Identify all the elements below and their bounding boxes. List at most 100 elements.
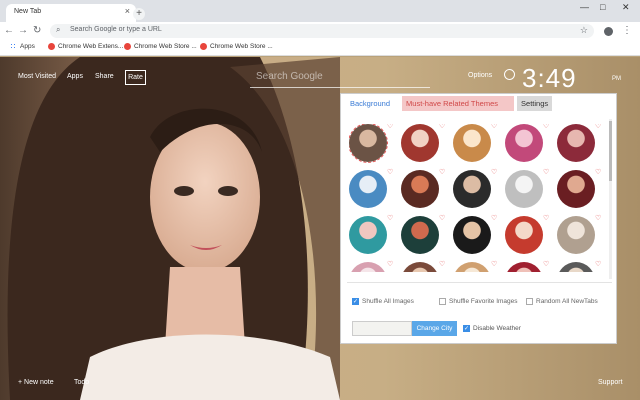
background-thumbnail[interactable] <box>349 262 387 272</box>
favorite-heart-icon[interactable]: ♡ <box>439 124 445 130</box>
back-icon[interactable]: ← <box>4 25 14 36</box>
favorite-heart-icon[interactable]: ♡ <box>491 168 497 176</box>
background-thumbnail[interactable] <box>349 124 388 163</box>
favorite-heart-icon[interactable]: ♡ <box>595 124 601 130</box>
tab-background[interactable]: Background <box>346 96 394 111</box>
todo-link[interactable]: Todo <box>74 379 89 386</box>
disable-weather-label: Disable Weather <box>473 325 521 332</box>
background-thumbnail[interactable] <box>401 124 439 162</box>
grid-scrollbar[interactable] <box>609 119 612 279</box>
favorite-heart-icon[interactable]: ♡ <box>439 168 445 176</box>
maximize-icon[interactable]: □ <box>600 2 605 12</box>
change-city-button[interactable]: Change City <box>412 321 457 336</box>
background-thumbnail[interactable] <box>505 124 543 162</box>
bookmark-item[interactable]: Chrome Web Store ... <box>124 43 197 50</box>
background-thumbnail[interactable] <box>557 124 595 162</box>
tab-must-have-themes[interactable]: Must-have Related Themes <box>402 96 515 111</box>
new-tab-button[interactable]: + <box>133 8 145 20</box>
tab-settings[interactable]: Settings <box>517 96 553 111</box>
favorite-heart-icon[interactable]: ♡ <box>595 214 601 222</box>
new-note-link[interactable]: + New note <box>18 379 54 386</box>
random-newtabs-option[interactable]: Random All NewTabs <box>526 298 598 305</box>
option-label: Shuffle Favorite Images <box>449 298 518 305</box>
search-input[interactable]: Search Google <box>256 71 323 82</box>
favorite-heart-icon[interactable]: ♡ <box>543 124 549 130</box>
disable-weather-checkbox[interactable]: ✓ <box>463 325 470 332</box>
tab-strip: New Tab × + — □ ✕ <box>0 0 640 22</box>
background-thumbnail[interactable] <box>505 170 543 208</box>
favorite-heart-icon[interactable]: ♡ <box>439 260 445 268</box>
omnibox-placeholder: Search Google or type a URL <box>70 26 162 33</box>
omnibox[interactable]: ⌕ Search Google or type a URL ☆ <box>50 24 594 38</box>
forward-icon[interactable]: → <box>18 25 28 36</box>
shuffle-favorite-option[interactable]: Shuffle Favorite Images <box>439 298 518 305</box>
favorite-heart-icon[interactable]: ♡ <box>491 260 497 268</box>
clock-toggle-icon[interactable] <box>504 69 515 80</box>
ampm-bottom: PM <box>612 76 621 82</box>
minimize-icon[interactable]: — <box>580 2 589 12</box>
tab-close-icon[interactable]: × <box>125 6 130 16</box>
bookmark-label: Chrome Web Store ... <box>210 43 273 50</box>
background-thumbnail[interactable] <box>349 170 387 208</box>
favorite-heart-icon[interactable]: ♡ <box>387 168 393 176</box>
bookmark-label: Chrome Web Extens... <box>58 43 124 50</box>
bookmark-item[interactable]: Chrome Web Extens... <box>48 43 123 50</box>
favorite-heart-icon[interactable]: ♡ <box>439 214 445 222</box>
background-thumbnail[interactable] <box>505 216 543 254</box>
bookmark-star-icon[interactable]: ☆ <box>580 25 588 36</box>
background-settings-panel: Background Must-have Related Themes Sett… <box>340 93 617 344</box>
menu-icon[interactable]: ⋮ <box>622 25 632 36</box>
favorite-heart-icon[interactable]: ♡ <box>543 168 549 176</box>
background-thumbnail[interactable] <box>453 262 491 272</box>
shuffle-all-option[interactable]: ✓ Shuffle All Images <box>352 298 414 305</box>
divider <box>347 282 612 283</box>
favorite-heart-icon[interactable]: ♡ <box>387 260 393 268</box>
favorite-heart-icon[interactable]: ♡ <box>491 214 497 222</box>
most-visited-link[interactable]: Most Visited <box>18 73 56 80</box>
disable-weather-option[interactable]: ✓ Disable Weather <box>463 325 521 332</box>
shuffle-favorite-checkbox[interactable] <box>439 298 446 305</box>
chrome-store-icon <box>124 43 131 50</box>
background-thumbnail[interactable] <box>557 170 595 208</box>
background-thumbnail[interactable] <box>505 262 543 272</box>
shuffle-all-checkbox[interactable]: ✓ <box>352 298 359 305</box>
background-thumbnail[interactable] <box>401 262 439 272</box>
city-input[interactable] <box>352 321 412 336</box>
browser-tab[interactable]: New Tab × <box>6 4 136 22</box>
reload-icon[interactable]: ↻ <box>33 25 41 36</box>
clock-time: 3:49 <box>522 63 577 93</box>
favorite-heart-icon[interactable]: ♡ <box>543 214 549 222</box>
support-link[interactable]: Support <box>598 379 623 386</box>
background-thumbnail[interactable] <box>453 216 491 254</box>
rate-button[interactable]: Rate <box>125 70 146 85</box>
profile-icon[interactable] <box>604 27 613 36</box>
favorite-heart-icon[interactable]: ♡ <box>387 214 393 222</box>
background-thumbnail[interactable] <box>453 170 491 208</box>
favorite-heart-icon[interactable]: ♡ <box>595 260 601 268</box>
favorite-heart-icon[interactable]: ♡ <box>595 168 601 176</box>
background-portrait-image <box>7 57 340 400</box>
random-newtabs-checkbox[interactable] <box>526 298 533 305</box>
scrollbar-thumb[interactable] <box>609 121 612 181</box>
bookmark-label: Chrome Web Store ... <box>134 43 197 50</box>
background-thumbnail[interactable] <box>557 262 595 272</box>
background-thumbnail[interactable] <box>401 216 439 254</box>
tab-title: New Tab <box>14 8 42 15</box>
favorite-heart-icon[interactable]: ♡ <box>543 260 549 268</box>
background-thumbnail[interactable] <box>401 170 439 208</box>
search-icon: ⌕ <box>56 25 61 34</box>
favorite-heart-icon[interactable]: ♡ <box>387 124 393 130</box>
background-thumbnail[interactable] <box>349 216 387 254</box>
apps-link[interactable]: Apps <box>67 73 83 80</box>
background-thumbnail[interactable] <box>557 216 595 254</box>
favorite-heart-icon[interactable]: ♡ <box>491 124 497 130</box>
window-close-icon[interactable]: ✕ <box>622 2 630 13</box>
panel-tabs: Background Must-have Related Themes Sett… <box>346 96 553 111</box>
background-thumbnail[interactable] <box>453 124 491 162</box>
share-link[interactable]: Share <box>95 73 114 80</box>
bookmark-item[interactable]: Chrome Web Store ... <box>200 43 273 50</box>
bookmark-apps[interactable]: Apps <box>10 43 35 50</box>
options-button[interactable]: Options <box>468 72 492 79</box>
apps-grid-icon <box>10 43 17 50</box>
option-label: Shuffle All Images <box>362 298 414 305</box>
